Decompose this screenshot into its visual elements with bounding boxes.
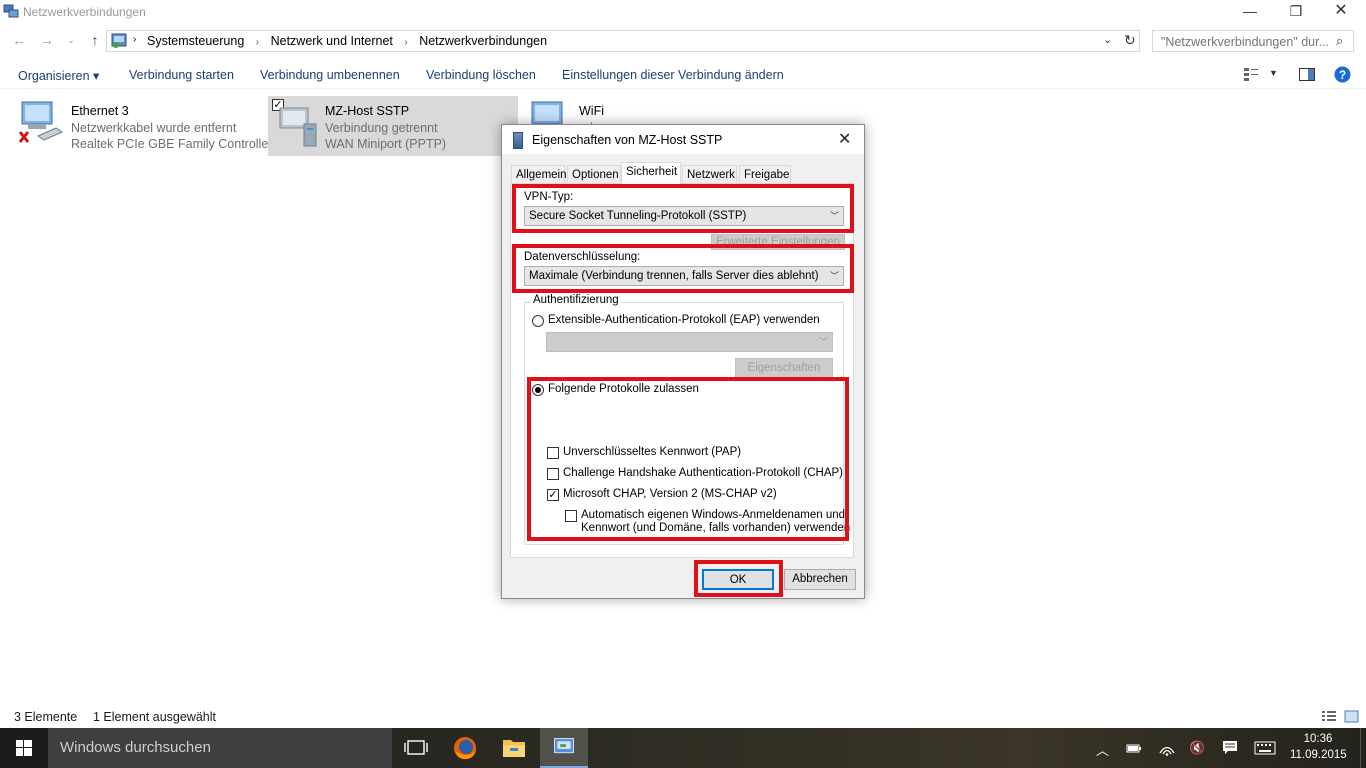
item-count: 3 Elemente — [14, 710, 78, 724]
view-options-icon[interactable] — [1243, 67, 1259, 81]
keyboard-icon[interactable] — [1254, 740, 1276, 756]
chevron-down-icon: ﹀ — [818, 337, 828, 347]
security-tab-panel: VPN-Typ: Secure Socket Tunneling-Protoko… — [510, 183, 854, 558]
connection-name: WiFi — [579, 104, 604, 118]
volume-muted-icon[interactable]: 🔇 — [1189, 740, 1205, 756]
connection-status: Netzwerkkabel wurde entfernt — [71, 121, 237, 135]
dialog-close-icon[interactable]: ✕ — [838, 129, 851, 149]
breadcrumb-item[interactable]: Systemsteuerung — [147, 34, 244, 48]
clock-date: 11.09.2015 — [1290, 749, 1347, 761]
breadcrumb-chevron-icon: › — [255, 37, 260, 48]
highlight-vpn-type — [512, 184, 854, 233]
window-titlebar: Netzwerkverbindungen — ❐ ✕ — [0, 0, 1366, 24]
taskbar: Windows durchsuchen ︿ 🔇 10:36 11.09.2015 — [0, 728, 1366, 768]
refresh-icon[interactable]: ↻ — [1124, 32, 1136, 49]
file-explorer-icon[interactable] — [490, 728, 538, 768]
ethernet-adapter-icon — [18, 101, 64, 143]
task-view-icon[interactable] — [392, 728, 440, 768]
tab-sicherheit[interactable]: Sicherheit — [621, 162, 681, 184]
search-icon[interactable]: ⌕ — [1336, 33, 1343, 49]
dialog-titlebar: Eigenschaften von MZ-Host SSTP ✕ — [502, 125, 864, 154]
connection-status: Verbindung getrennt — [325, 121, 438, 135]
address-dropdown-chevron-icon[interactable]: ⌄ — [1103, 33, 1112, 46]
vpn-dialog-icon — [513, 132, 523, 149]
tiles-view-icon[interactable] — [1344, 710, 1359, 723]
battery-icon[interactable] — [1126, 740, 1142, 756]
details-view-icon[interactable] — [1321, 710, 1337, 723]
svg-text:?: ? — [1339, 68, 1346, 82]
address-bar[interactable]: › Systemsteuerung › Netzwerk und Interne… — [106, 30, 1140, 52]
status-bar: 3 Elemente 1 Element ausgewählt — [0, 706, 1366, 728]
window-title: Netzwerkverbindungen — [23, 5, 146, 19]
search-box[interactable]: ⌕ — [1152, 30, 1354, 52]
preview-pane-icon[interactable] — [1299, 68, 1315, 81]
firefox-icon[interactable] — [441, 728, 489, 768]
system-clock[interactable]: 10:36 11.09.2015 — [1290, 731, 1347, 763]
action-center-icon[interactable] — [1222, 740, 1238, 756]
connection-device: WAN Miniport (PPTP) — [325, 137, 447, 151]
eap-radio-label: Extensible-Authentication-Protokoll (EAP… — [548, 314, 820, 326]
control-panel-icon — [111, 33, 127, 48]
windows-start-icon[interactable] — [0, 728, 48, 768]
authentication-group-label: Authentifizierung — [531, 294, 621, 306]
recent-locations-chevron-icon[interactable]: ⌄ — [60, 30, 82, 50]
selection-count: 1 Element ausgewählt — [93, 710, 216, 724]
delete-connection-button[interactable]: Verbindung löschen — [426, 68, 536, 82]
organize-button[interactable]: Organisieren ▾ — [18, 68, 99, 83]
breadcrumb-item[interactable]: Netzwerkverbindungen — [419, 34, 547, 48]
network-connections-icon — [3, 4, 19, 18]
tab-netzwerk[interactable]: Netzwerk — [682, 165, 737, 183]
forward-arrow-icon[interactable]: → — [36, 30, 58, 50]
highlight-ok-button — [694, 560, 783, 597]
breadcrumb-chevron-icon: › — [404, 37, 408, 48]
vpn-connection-icon — [279, 107, 317, 147]
maximize-button[interactable]: ❐ — [1273, 0, 1319, 24]
tab-allgemein[interactable]: Allgemein — [511, 165, 567, 183]
connection-name: MZ-Host SSTP — [325, 104, 410, 118]
breadcrumb: Systemsteuerung › Netzwerk und Internet … — [147, 34, 547, 48]
tab-freigabe[interactable]: Freigabe — [739, 165, 791, 183]
minimize-button[interactable]: — — [1227, 0, 1273, 24]
taskbar-search[interactable]: Windows durchsuchen — [48, 728, 392, 768]
control-panel-taskbar-icon[interactable] — [540, 728, 588, 768]
show-hidden-icons-chevron-icon[interactable]: ︿ — [1096, 740, 1109, 759]
breadcrumb-item[interactable]: Netzwerk und Internet — [271, 34, 393, 48]
eap-radio[interactable] — [532, 315, 544, 327]
start-connection-button[interactable]: Verbindung starten — [129, 68, 234, 82]
eap-properties-button[interactable]: Eigenschaften — [735, 358, 833, 379]
connection-item-ethernet[interactable]: Ethernet 3 Netzwerkkabel wurde entfernt … — [14, 96, 272, 156]
back-arrow-icon[interactable]: ← — [8, 30, 30, 50]
connection-item-mz-host-sstp[interactable]: ✓ MZ-Host SSTP Verbindung getrennt WAN M… — [268, 96, 518, 156]
tab-optionen[interactable]: Optionen — [567, 165, 621, 183]
search-input[interactable] — [1159, 32, 1333, 52]
dialog-title: Eigenschaften von MZ-Host SSTP — [532, 133, 723, 147]
show-desktop-button[interactable] — [1360, 728, 1366, 768]
breadcrumb-chevron-icon: › — [133, 34, 137, 45]
rename-connection-button[interactable]: Verbindung umbenennen — [260, 68, 400, 82]
command-bar: Organisieren ▾ Verbindung starten Verbin… — [0, 62, 1366, 89]
up-arrow-icon[interactable]: ↑ — [84, 30, 106, 50]
cancel-button[interactable]: Abbrechen — [784, 569, 856, 590]
wifi-icon[interactable] — [1158, 739, 1176, 757]
clock-time: 10:36 — [1303, 733, 1333, 745]
taskbar-search-placeholder: Windows durchsuchen — [60, 739, 211, 756]
eap-method-select[interactable]: ﹀ — [546, 332, 833, 352]
view-dropdown-chevron-icon[interactable]: ▼ — [1269, 68, 1278, 78]
properties-dialog: Eigenschaften von MZ-Host SSTP ✕ Allgeme… — [501, 124, 865, 599]
help-icon[interactable]: ? — [1334, 66, 1351, 83]
close-button[interactable]: ✕ — [1318, 0, 1364, 24]
highlight-encryption — [512, 244, 854, 293]
connection-device: Realtek PCIe GBE Family Controller — [71, 137, 273, 151]
highlight-protocols — [527, 377, 849, 541]
connection-name: Ethernet 3 — [71, 104, 129, 118]
change-settings-button[interactable]: Einstellungen dieser Verbindung ändern — [562, 68, 784, 82]
